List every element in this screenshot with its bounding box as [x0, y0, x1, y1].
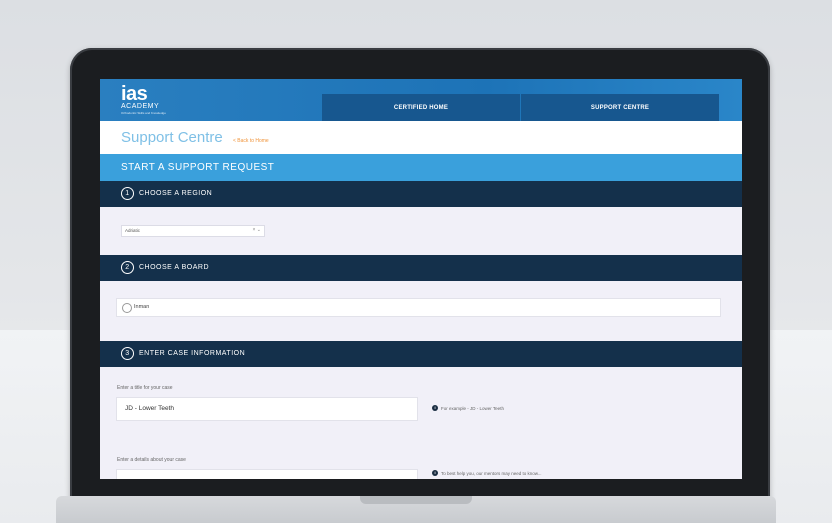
section-case-information: 3 ENTER CASE INFORMATION	[100, 341, 742, 367]
site-header: ias ACADEMY Orthodontic Skills and Knowl…	[100, 79, 742, 121]
step-number-3: 3	[121, 347, 134, 360]
case-title-hint-text: For example - JD - Lower Teeth	[441, 405, 504, 411]
clear-icon[interactable]: ×	[252, 227, 255, 233]
case-title-label: Enter a title for your case	[117, 385, 173, 391]
title-row: Support Centre < Back to Home	[100, 121, 742, 154]
board-option-inman[interactable]: Inman	[116, 298, 721, 317]
laptop-screen: ias ACADEMY Orthodontic Skills and Knowl…	[100, 79, 742, 479]
case-details-label: Enter a details about your case	[117, 457, 186, 463]
section-label: CHOOSE A REGION	[139, 190, 213, 197]
region-select-controls[interactable]: × ⌄	[252, 227, 261, 233]
nav-support-centre[interactable]: SUPPORT CENTRE	[521, 94, 719, 121]
start-request-label: START A SUPPORT REQUEST	[121, 162, 275, 173]
board-option-label: Inman	[134, 304, 150, 310]
info-icon: i	[432, 470, 438, 476]
step-number-2: 2	[121, 261, 134, 274]
nav-certified-home[interactable]: CERTIFIED HOME	[322, 94, 520, 121]
logo-mark: ias	[121, 83, 148, 105]
case-title-hint: i For example - JD - Lower Teeth	[432, 405, 504, 411]
case-details-hint-text: To best help you, our mentors may need t…	[441, 470, 542, 476]
logo-tagline: Orthodontic Skills and Knowledge	[121, 111, 166, 115]
step-number-1: 1	[121, 187, 134, 200]
case-title-value: JD - Lower Teeth	[125, 405, 175, 412]
section-label: ENTER CASE INFORMATION	[139, 350, 246, 357]
logo-subtitle: ACADEMY	[121, 103, 160, 110]
info-icon: i	[432, 405, 438, 411]
ias-academy-logo[interactable]: ias ACADEMY Orthodontic Skills and Knowl…	[121, 83, 166, 116]
case-title-input[interactable]: JD - Lower Teeth	[116, 397, 418, 421]
start-request-bar: START A SUPPORT REQUEST	[100, 154, 742, 181]
back-to-home-link[interactable]: < Back to Home	[233, 138, 269, 144]
region-select[interactable]: Adriatic × ⌄	[121, 225, 265, 237]
main-nav: CERTIFIED HOME SUPPORT CENTRE	[322, 94, 719, 121]
section-choose-board: 2 CHOOSE A BOARD	[100, 255, 742, 281]
section-choose-region: 1 CHOOSE A REGION	[100, 181, 742, 207]
section-label: CHOOSE A BOARD	[139, 264, 210, 271]
laptop-notch	[360, 496, 472, 504]
case-details-input[interactable]	[116, 469, 418, 479]
region-selected-value: Adriatic	[125, 228, 141, 233]
radio-icon[interactable]	[122, 303, 132, 313]
case-details-hint: i To best help you, our mentors may need…	[432, 470, 542, 476]
chevron-down-icon[interactable]: ⌄	[257, 227, 261, 233]
page-title: Support Centre	[121, 129, 223, 146]
